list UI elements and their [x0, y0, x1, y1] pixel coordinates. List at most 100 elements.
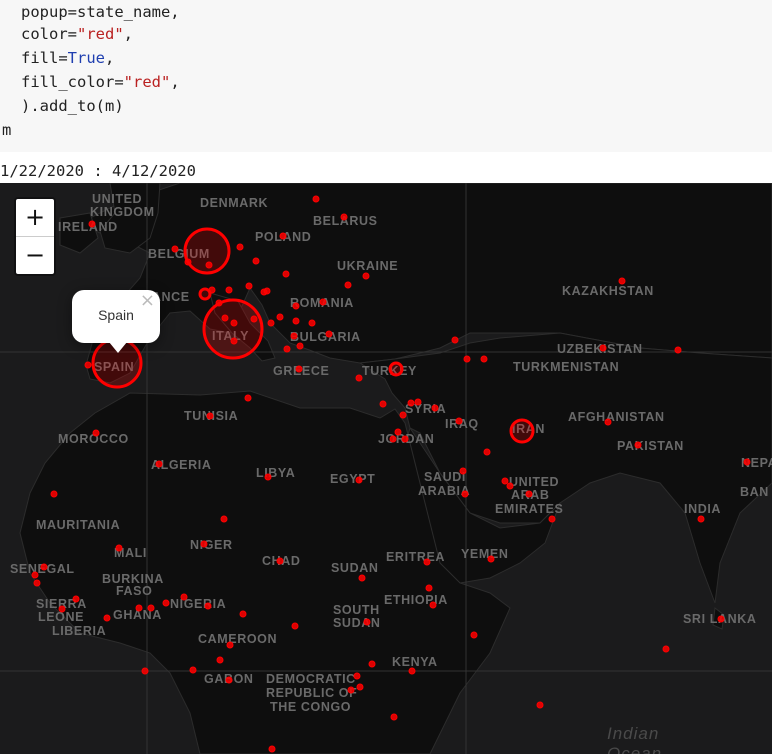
- case-circle-marker[interactable]: [208, 286, 216, 294]
- case-circle-marker[interactable]: [244, 394, 252, 402]
- case-circle-marker[interactable]: [31, 571, 39, 579]
- case-circle-marker[interactable]: [252, 257, 260, 265]
- case-circle-marker[interactable]: [225, 286, 233, 294]
- zoom-in-button[interactable]: +: [16, 199, 54, 236]
- case-circle-marker[interactable]: [401, 435, 409, 443]
- case-circle-marker[interactable]: [548, 515, 556, 523]
- case-circle-marker[interactable]: [697, 515, 705, 523]
- case-circle-marker[interactable]: [325, 330, 333, 338]
- case-circle-marker[interactable]: [291, 622, 299, 630]
- case-circle-marker[interactable]: [483, 448, 491, 456]
- case-circle-marker[interactable]: [536, 701, 544, 709]
- case-circle-marker[interactable]: [717, 615, 725, 623]
- case-circle-marker[interactable]: [506, 482, 514, 490]
- case-circle-marker[interactable]: [355, 374, 363, 382]
- case-circle-marker[interactable]: [260, 288, 268, 296]
- case-circle-marker[interactable]: [40, 563, 48, 571]
- case-circle-marker[interactable]: [292, 317, 300, 325]
- case-circle-marker[interactable]: [461, 490, 469, 498]
- case-circle-marker[interactable]: [455, 417, 463, 425]
- case-circle-marker[interactable]: [267, 319, 275, 327]
- case-circle-marker[interactable]: [356, 683, 364, 691]
- case-circle-marker[interactable]: [525, 490, 533, 498]
- case-circle-marker[interactable]: [103, 614, 111, 622]
- case-circle-marker[interactable]: [344, 281, 352, 289]
- case-circle-marker[interactable]: [368, 660, 376, 668]
- case-circle-marker[interactable]: [353, 672, 361, 680]
- case-circle-marker[interactable]: [425, 584, 433, 592]
- case-circle-marker[interactable]: [295, 365, 303, 373]
- case-circle-marker[interactable]: [501, 477, 509, 485]
- case-circle-marker[interactable]: [171, 245, 179, 253]
- case-circle-marker[interactable]: [662, 645, 670, 653]
- code-cell[interactable]: popup=state_name, color="red", fill=True…: [0, 0, 772, 152]
- case-circle-marker[interactable]: [389, 435, 397, 443]
- case-circle-marker[interactable]: [276, 557, 284, 565]
- case-circle-marker[interactable]: [292, 302, 300, 310]
- case-circle-marker[interactable]: [283, 345, 291, 353]
- case-circle-marker[interactable]: [279, 232, 287, 240]
- case-circle-marker[interactable]: [50, 490, 58, 498]
- case-circle-marker[interactable]: [92, 429, 100, 437]
- case-circle-marker[interactable]: [431, 404, 439, 412]
- case-circle-marker[interactable]: [296, 342, 304, 350]
- case-circle-marker[interactable]: [225, 676, 233, 684]
- case-circle-marker[interactable]: [162, 599, 170, 607]
- case-circle-marker[interactable]: [147, 604, 155, 612]
- case-circle-marker[interactable]: [215, 299, 223, 307]
- case-circle-marker[interactable]: [347, 686, 355, 694]
- case-circle-marker[interactable]: [204, 602, 212, 610]
- case-circle-marker[interactable]: [429, 601, 437, 609]
- case-circle-marker[interactable]: [487, 555, 495, 563]
- case-circle-marker[interactable]: [189, 666, 197, 674]
- case-circle-marker[interactable]: [394, 428, 402, 436]
- case-circle-marker[interactable]: [115, 544, 123, 552]
- case-circle-marker[interactable]: [58, 605, 66, 613]
- case-circle-marker[interactable]: [206, 412, 214, 420]
- case-circle-marker[interactable]: [230, 337, 238, 345]
- case-circle-marker[interactable]: [141, 667, 149, 675]
- case-circle-marker[interactable]: [312, 195, 320, 203]
- case-circle-marker[interactable]: [180, 593, 188, 601]
- case-circle-marker[interactable]: [184, 258, 192, 266]
- case-circle-marker[interactable]: [230, 319, 238, 327]
- zoom-out-button[interactable]: −: [16, 236, 54, 274]
- case-circle-marker[interactable]: [379, 400, 387, 408]
- case-circle-marker[interactable]: [463, 355, 471, 363]
- case-circle-marker[interactable]: [276, 313, 284, 321]
- case-circle-marker[interactable]: [250, 315, 258, 323]
- case-circle-marker[interactable]: [308, 319, 316, 327]
- case-circle-marker[interactable]: [358, 574, 366, 582]
- case-circle-marker[interactable]: [236, 243, 244, 251]
- case-circle-marker[interactable]: [198, 287, 212, 301]
- case-circle-marker[interactable]: [135, 604, 143, 612]
- map-view[interactable]: DENMARK UNITED KINGDOM IRELAND BELARUS P…: [0, 183, 772, 754]
- case-circle-marker[interactable]: [84, 361, 92, 369]
- case-circle-marker[interactable]: [363, 618, 371, 626]
- case-circle-marker[interactable]: [618, 277, 626, 285]
- case-circle-marker[interactable]: [414, 398, 422, 406]
- case-circle-marker[interactable]: [290, 332, 298, 340]
- case-circle-marker[interactable]: [221, 314, 229, 322]
- case-circle-marker[interactable]: [226, 641, 234, 649]
- case-circle-marker[interactable]: [355, 476, 363, 484]
- case-circle-marker[interactable]: [634, 441, 642, 449]
- case-circle-marker[interactable]: [599, 344, 607, 352]
- case-circle-marker[interactable]: [604, 418, 612, 426]
- case-circle-marker[interactable]: [743, 458, 751, 466]
- case-circle-marker[interactable]: [340, 213, 348, 221]
- case-circle-marker[interactable]: [407, 399, 415, 407]
- case-circle-marker[interactable]: [451, 336, 459, 344]
- case-circle-marker[interactable]: [399, 411, 407, 419]
- case-circle-marker[interactable]: [390, 713, 398, 721]
- case-circle-marker[interactable]: [245, 282, 253, 290]
- case-circle-marker[interactable]: [480, 355, 488, 363]
- case-circle-marker[interactable]: [319, 298, 327, 306]
- case-circle-marker[interactable]: [282, 270, 290, 278]
- case-circle-marker[interactable]: [362, 272, 370, 280]
- case-circle-marker[interactable]: [72, 595, 80, 603]
- case-circle-marker[interactable]: [470, 631, 478, 639]
- case-circle-marker[interactable]: [33, 579, 41, 587]
- case-circle-marker[interactable]: [388, 361, 404, 377]
- case-circle-marker[interactable]: [200, 540, 208, 548]
